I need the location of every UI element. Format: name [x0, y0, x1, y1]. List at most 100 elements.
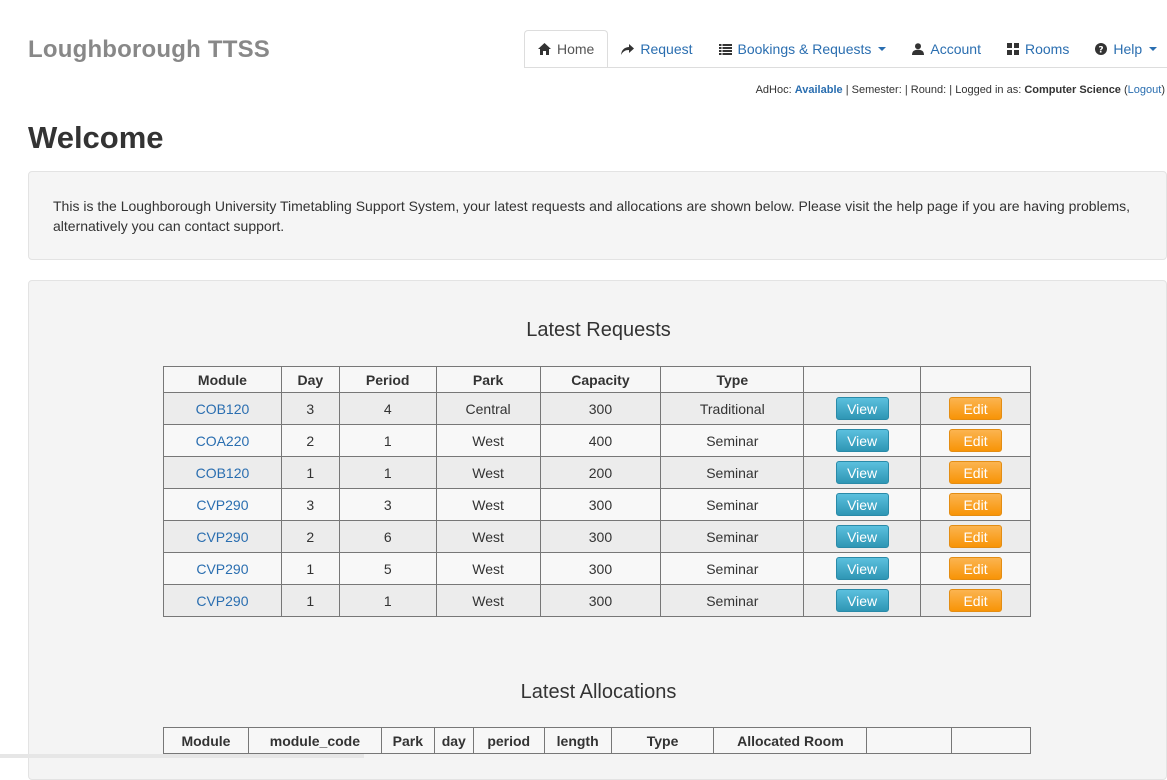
horizontal-scrollbar[interactable]: [0, 754, 364, 758]
view-button[interactable]: View: [835, 461, 889, 484]
table-cell: 300: [539, 488, 662, 521]
nav-request[interactable]: Request: [608, 30, 705, 68]
view-button[interactable]: View: [835, 557, 889, 580]
table-cell: 300: [539, 584, 662, 617]
view-button[interactable]: View: [835, 429, 889, 452]
question-circle-icon: ?: [1095, 43, 1108, 56]
module-link[interactable]: COB120: [196, 401, 250, 417]
round-label: Round:: [910, 84, 947, 96]
table-cell: COA220: [163, 424, 282, 457]
table-cell: 1: [280, 584, 340, 617]
edit-button[interactable]: Edit: [949, 557, 1003, 580]
module-link[interactable]: CVP290: [196, 497, 248, 513]
table-cell: West: [435, 584, 541, 617]
requests-table: Module Day Period Park Capacity Type COB120 3 4…: [163, 366, 1031, 617]
allocations-table: Module module_code Park day period length Type…: [163, 727, 1031, 754]
edit-cell: Edit: [920, 584, 1031, 617]
table-cell: Traditional: [660, 392, 805, 425]
edit-button[interactable]: Edit: [949, 493, 1003, 516]
nav-bookings-requests[interactable]: Bookings & Requests: [706, 30, 900, 68]
home-icon: [538, 43, 551, 55]
edit-button[interactable]: Edit: [949, 397, 1003, 420]
latest-requests-title: Latest Requests: [526, 319, 671, 341]
table-cell: West: [435, 520, 541, 553]
table-row: CVP290 2 6 West 300 Seminar View Edit: [163, 520, 1031, 553]
table-cell: CVP290: [163, 488, 282, 521]
view-cell: View: [803, 552, 922, 585]
allocations-column-header: module_code: [247, 727, 382, 754]
allocations-column-header: Module: [163, 727, 249, 754]
nav-help[interactable]: ? Help: [1082, 30, 1167, 68]
requests-header-row: Module Day Period Park Capacity Type: [163, 366, 1031, 393]
nav-account[interactable]: Account: [899, 30, 994, 68]
nav-home-label: Home: [557, 41, 595, 57]
table-cell: 3: [338, 488, 437, 521]
table-cell: West: [435, 424, 541, 457]
nav-rooms[interactable]: Rooms: [994, 30, 1082, 68]
chevron-down-icon: [1149, 47, 1158, 51]
edit-button[interactable]: Edit: [949, 429, 1003, 452]
view-button[interactable]: View: [835, 589, 889, 612]
module-link[interactable]: CVP290: [196, 529, 248, 545]
view-cell: View: [803, 488, 922, 521]
requests-column-header: Capacity: [539, 366, 662, 393]
page-title: Welcome: [28, 120, 164, 155]
status-bar: AdHoc: Available | Semester: | Round: | …: [755, 84, 1165, 96]
user-icon: [912, 43, 925, 55]
table-cell: CVP290: [163, 520, 282, 553]
nav-help-label: Help: [1113, 41, 1143, 57]
module-link[interactable]: CVP290: [196, 593, 248, 609]
view-button[interactable]: View: [835, 397, 889, 420]
table-cell: West: [435, 488, 541, 521]
requests-column-header: [920, 366, 1031, 393]
nav-rooms-label: Rooms: [1024, 41, 1070, 57]
view-cell: View: [803, 424, 922, 457]
table-cell: 1: [280, 552, 340, 585]
table-row: COA220 2 1 West 400 Seminar View Edit: [163, 424, 1031, 457]
edit-cell: Edit: [920, 456, 1031, 489]
table-cell: 3: [280, 488, 340, 521]
view-cell: View: [803, 456, 922, 489]
table-row: CVP290 1 5 West 300 Seminar View Edit: [163, 552, 1031, 585]
table-cell: 3: [280, 392, 340, 425]
allocations-column-header: period: [472, 727, 545, 754]
logged-in-label: Logged in as:: [955, 84, 1022, 96]
table-cell: CVP290: [163, 552, 282, 585]
view-cell: View: [803, 584, 922, 617]
table-cell: Seminar: [660, 424, 805, 457]
nav-home[interactable]: Home: [524, 30, 609, 68]
app-brand[interactable]: Loughborough TTSS: [28, 36, 270, 64]
module-link[interactable]: COA220: [196, 433, 250, 449]
requests-column-header: Module: [163, 366, 282, 393]
grid-icon: [1006, 43, 1019, 55]
nav-account-label: Account: [930, 41, 981, 57]
table-cell: West: [435, 552, 541, 585]
view-button[interactable]: View: [835, 493, 889, 516]
allocations-column-header: Type: [610, 727, 715, 754]
chevron-down-icon: [878, 47, 887, 51]
main-nav: Home Request Bookings & Requests Account…: [524, 30, 1167, 68]
edit-cell: Edit: [920, 520, 1031, 553]
module-link[interactable]: CVP290: [196, 561, 248, 577]
edit-button[interactable]: Edit: [949, 461, 1003, 484]
allocations-column-header: [866, 727, 953, 754]
intro-well: This is the Loughborough University Time…: [28, 171, 1167, 260]
edit-button[interactable]: Edit: [949, 589, 1003, 612]
logout-link[interactable]: Logout: [1128, 84, 1162, 96]
share-arrow-icon: [621, 43, 635, 55]
table-cell: 400: [539, 424, 662, 457]
edit-button[interactable]: Edit: [949, 525, 1003, 548]
module-link[interactable]: COB120: [196, 465, 250, 481]
table-cell: Seminar: [660, 456, 805, 489]
table-row: CVP290 1 1 West 300 Seminar View Edit: [163, 584, 1031, 617]
nav-divider: [524, 67, 1167, 68]
table-cell: 1: [338, 584, 437, 617]
table-cell: Seminar: [660, 520, 805, 553]
table-cell: COB120: [163, 456, 282, 489]
view-button[interactable]: View: [835, 525, 889, 548]
allocations-column-header: [951, 727, 1031, 754]
svg-text:?: ?: [1099, 46, 1104, 56]
table-cell: Seminar: [660, 584, 805, 617]
table-cell: Seminar: [660, 488, 805, 521]
adhoc-status: Available: [794, 84, 843, 96]
